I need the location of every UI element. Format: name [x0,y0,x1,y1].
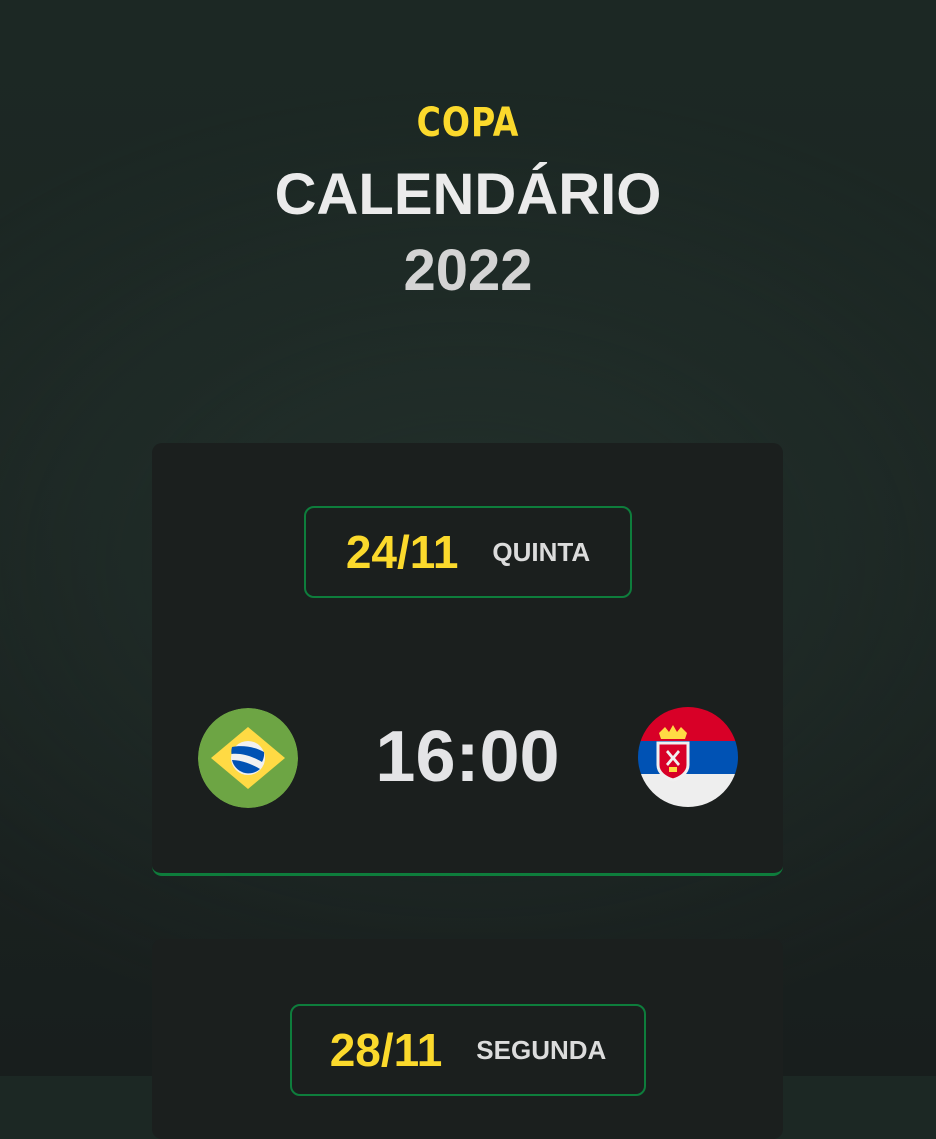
match-time: 16:00 [375,717,560,797]
match-weekday: QUINTA [492,537,591,567]
serbia-flag-icon [638,707,738,807]
brand-logo-text: COPA [416,100,520,146]
match-card: 24/11 QUINTA 16:00 [152,443,783,876]
match-weekday: SEGUNDA [476,1035,607,1065]
brazil-flag-icon [198,708,298,808]
page-year: 2022 [403,238,533,303]
match-date: 24/11 [345,526,459,578]
match-date-badge: 28/11 SEGUNDA [290,1004,646,1096]
match-card: 28/11 SEGUNDA [152,939,783,1139]
match-date-badge: 24/11 QUINTA [304,506,632,598]
page-title: CALENDÁRIO [274,162,662,227]
match-date: 28/11 [329,1024,443,1076]
